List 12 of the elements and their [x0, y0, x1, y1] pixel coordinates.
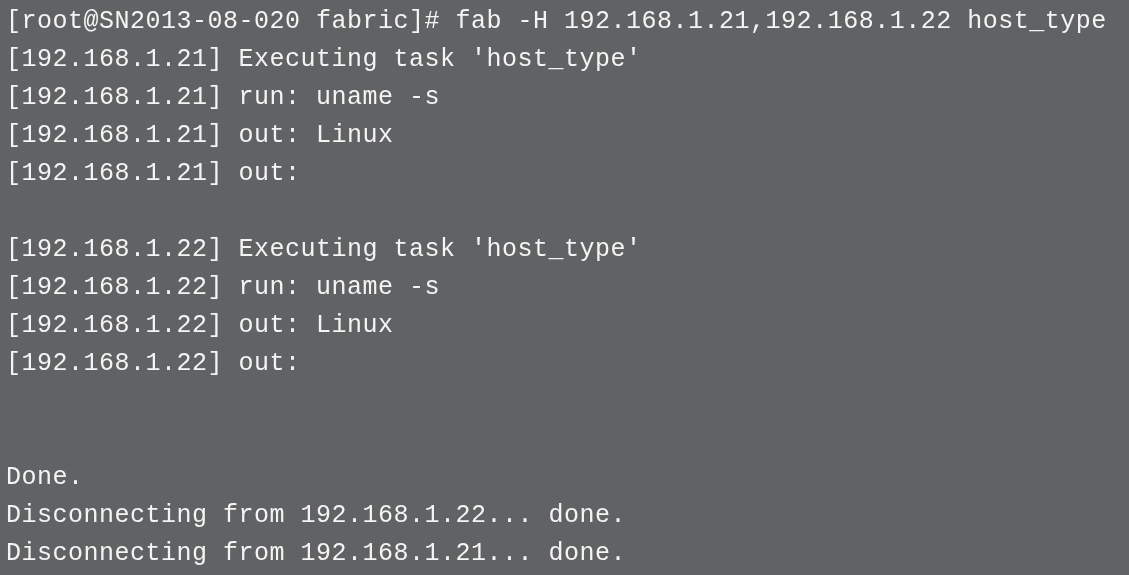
terminal-line: [192.168.1.21] out: Linux [6, 120, 395, 152]
terminal-line: Disconnecting from 192.168.1.22... done. [6, 500, 628, 532]
terminal-line: [192.168.1.21] run: uname -s [6, 82, 442, 114]
terminal-line: [192.168.1.21] out: [6, 158, 302, 190]
terminal-line: [root@SN2013-08-020 fabric]# fab -H 192.168.1.21,192.168.1.22 host_type [6, 6, 1108, 38]
terminal-line: [192.168.1.22] out: [6, 348, 302, 380]
terminal-line: Done. [6, 462, 85, 494]
terminal-line: Disconnecting from 192.168.1.21... done. [6, 538, 628, 570]
terminal-line: [192.168.1.21] Executing task 'host_type' [6, 44, 643, 76]
terminal-line: [192.168.1.22] run: uname -s [6, 272, 442, 304]
terminal-line: [192.168.1.22] out: Linux [6, 310, 395, 342]
terminal-line: [192.168.1.22] Executing task 'host_type' [6, 234, 643, 266]
